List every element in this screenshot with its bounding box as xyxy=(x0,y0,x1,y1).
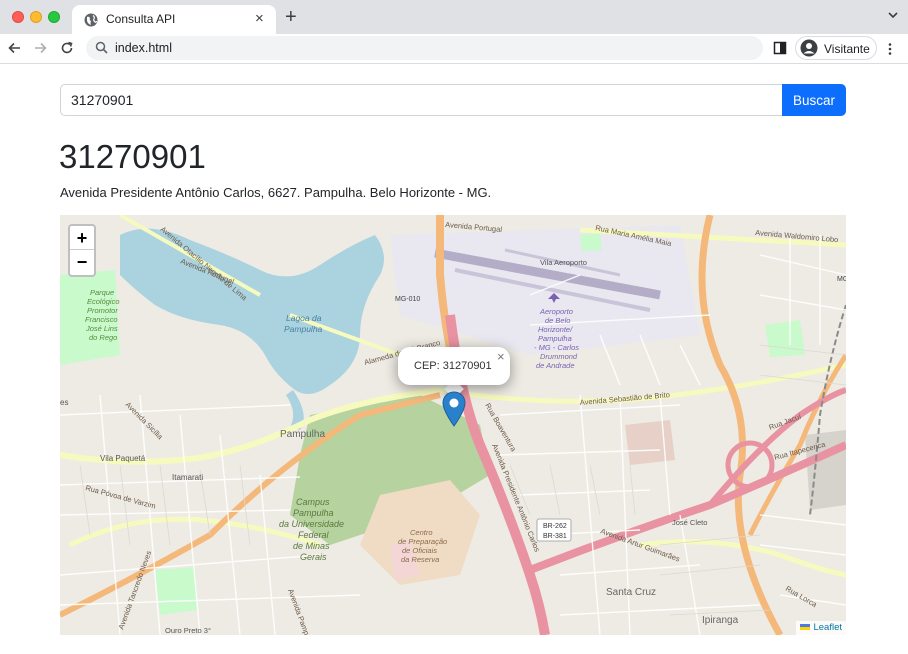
ukraine-flag-icon xyxy=(800,624,811,631)
map-label: Lagoa da xyxy=(286,313,322,323)
map-label: MG-010 xyxy=(395,296,420,303)
map-popup: CEP: 31270901 × xyxy=(398,347,510,385)
url-text: index.html xyxy=(115,41,172,55)
back-arrow-icon[interactable] xyxy=(6,39,24,57)
address-text: Avenida Presidente Antônio Carlos, 6627.… xyxy=(60,185,492,200)
zoom-out-button[interactable]: − xyxy=(70,250,94,274)
new-tab-button[interactable]: + xyxy=(285,5,297,29)
map-container[interactable]: Avenida Portugal Avenida Portugal Avenid… xyxy=(60,215,846,635)
avatar-icon xyxy=(800,39,818,57)
map-label: Santa Cruz xyxy=(606,587,656,598)
map-label: Drummond xyxy=(540,352,578,361)
map-label: Vila Paquetá xyxy=(100,454,146,463)
map-label: da Reserva xyxy=(401,555,439,564)
close-window-button[interactable] xyxy=(12,11,24,23)
map-label: Ecológico xyxy=(87,297,120,306)
search-icon xyxy=(95,41,108,54)
map-label: Horizonte/ xyxy=(538,325,573,334)
browser-tab[interactable]: Consulta API × xyxy=(72,5,276,34)
map-label: Promotor xyxy=(87,306,118,315)
profile-label: Visitante xyxy=(824,42,870,56)
popup-close-button[interactable]: × xyxy=(497,350,505,364)
search-form: Buscar xyxy=(60,84,846,116)
map-label: - MG - Carlos xyxy=(534,343,579,352)
zoom-control: + − xyxy=(68,224,96,277)
globe-icon xyxy=(84,13,98,27)
map-label: de Andrade xyxy=(536,361,575,370)
tab-title: Consulta API xyxy=(106,12,176,26)
map-label: MG xyxy=(837,276,846,283)
search-button[interactable]: Buscar xyxy=(782,84,846,116)
side-panel-icon[interactable] xyxy=(773,41,787,55)
map-label: Aeroporto xyxy=(539,307,573,316)
more-menu-icon[interactable] xyxy=(887,42,893,56)
map-attribution[interactable]: Leaflet xyxy=(796,621,846,635)
map-label: da Universidade xyxy=(279,519,344,529)
profile-button[interactable]: Visitante xyxy=(795,36,877,60)
tab-close-icon[interactable]: × xyxy=(255,9,264,29)
browser-toolbar: index.html Visitante xyxy=(0,34,908,64)
map-label: Pampulha xyxy=(293,508,334,518)
map-label: Ouro Preto 3° xyxy=(165,626,211,635)
map-label: de Oficiais xyxy=(402,546,437,555)
minimize-window-button[interactable] xyxy=(30,11,42,23)
map-label: Francisco xyxy=(85,315,118,324)
map-label: Pampulha xyxy=(280,429,325,440)
map-label: Pampulha xyxy=(284,324,323,334)
map-label: Gerais xyxy=(300,552,327,562)
popup-text: CEP: 31270901 xyxy=(414,360,492,372)
maximize-window-button[interactable] xyxy=(48,11,60,23)
map-label: Parque xyxy=(90,288,114,297)
page-title: 31270901 xyxy=(59,138,206,175)
map-label: Ipiranga xyxy=(702,615,739,626)
map-label: de Preparação xyxy=(398,537,447,546)
map-label: José Cleto xyxy=(672,518,707,527)
address-bar[interactable]: index.html xyxy=(86,36,763,60)
map-label: do Rego xyxy=(89,333,117,342)
forward-arrow-icon[interactable] xyxy=(31,39,49,57)
map-label: de Belo xyxy=(545,316,570,325)
zoom-in-button[interactable]: + xyxy=(70,226,94,250)
map-label: de Minas xyxy=(293,541,330,551)
map-label: Centro xyxy=(410,528,433,537)
browser-titlebar: Consulta API × + xyxy=(0,0,908,34)
map-label: Vila Aeroporto xyxy=(540,258,587,267)
cep-input[interactable] xyxy=(60,84,783,116)
map-label: José Lins xyxy=(85,324,118,333)
map-label: Federal xyxy=(298,530,330,540)
map-label: Itamarati xyxy=(172,473,203,482)
chevron-down-icon[interactable] xyxy=(886,8,900,22)
map-label: BR-381 xyxy=(543,533,567,540)
map-label: Pampulha xyxy=(538,334,572,343)
attribution-link[interactable]: Leaflet xyxy=(813,622,842,633)
map-label: BR-262 xyxy=(543,523,567,530)
map-label: Campus xyxy=(296,497,330,507)
reload-icon[interactable] xyxy=(58,39,76,57)
map-marker-icon[interactable] xyxy=(442,391,466,427)
map-label: es xyxy=(60,398,68,407)
